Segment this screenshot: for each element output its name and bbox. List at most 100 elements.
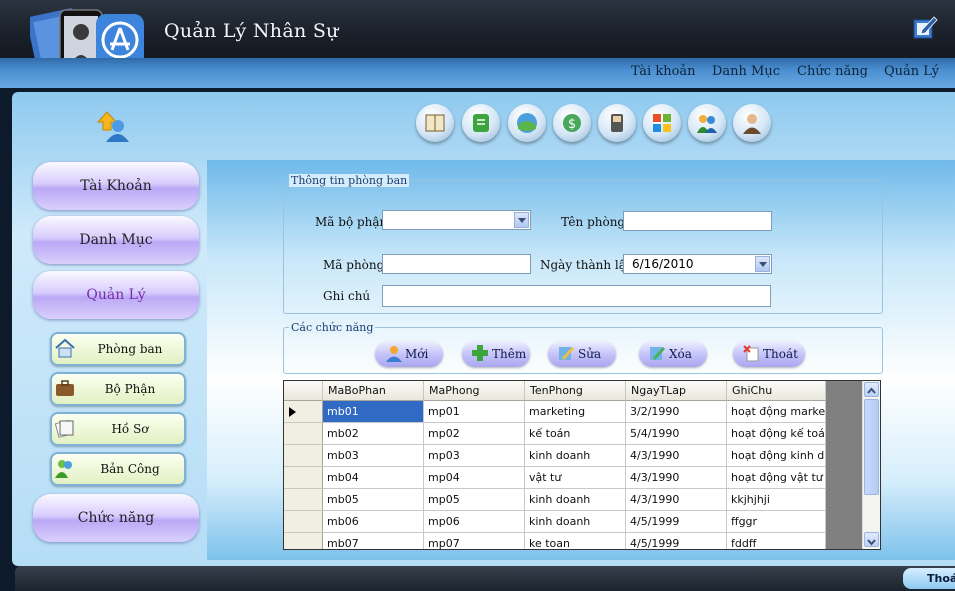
status-bar xyxy=(15,566,955,591)
table-cell[interactable]: hoạt động kế toán xyxy=(727,423,826,445)
table-cell[interactable]: kế toán xyxy=(525,423,626,445)
table-cell[interactable]: mb05 xyxy=(323,489,424,511)
table-cell[interactable]: fddff xyxy=(727,533,826,549)
ten-phong-label: Tên phòng xyxy=(561,215,626,229)
column-header[interactable]: MaPhong xyxy=(424,381,525,401)
table-cell[interactable]: mb01 xyxy=(323,401,424,423)
exit-button-label: Thoá xyxy=(927,572,955,585)
table-cell[interactable]: 4/3/1990 xyxy=(626,467,727,489)
row-header[interactable] xyxy=(284,445,323,467)
delete-icon xyxy=(650,347,665,360)
table-cell[interactable]: ke toan xyxy=(525,533,626,549)
nav-sub-label: Phòng ban xyxy=(97,342,163,356)
vertical-scrollbar[interactable] xyxy=(862,381,880,549)
column-header[interactable]: MaBoPhan xyxy=(323,381,424,401)
nav-chuc-nang[interactable]: Chức năng xyxy=(33,494,199,542)
book-icon[interactable] xyxy=(416,104,454,142)
table-cell[interactable]: mb03 xyxy=(323,445,424,467)
table-cell[interactable]: ffggr xyxy=(727,511,826,533)
nav-sub-bo-phan[interactable]: Bộ Phận xyxy=(50,372,186,406)
menu-danh-muc[interactable]: Danh Mục xyxy=(712,64,780,79)
table-cell[interactable]: mb02 xyxy=(323,423,424,445)
row-header[interactable] xyxy=(284,401,323,423)
add-icon xyxy=(472,345,488,361)
scroll-up-icon[interactable] xyxy=(864,382,879,397)
delete-button[interactable]: Xóa xyxy=(639,341,707,367)
add-button-label: Thêm xyxy=(492,347,527,361)
table-cell[interactable]: mp06 xyxy=(424,511,525,533)
new-button-label: Mới xyxy=(405,347,429,361)
table-cell[interactable]: mp03 xyxy=(424,445,525,467)
column-header[interactable]: NgayTLap xyxy=(626,381,727,401)
chevron-down-icon[interactable] xyxy=(514,212,529,228)
table-cell[interactable]: kinh doanh xyxy=(525,489,626,511)
ghi-chu-field[interactable] xyxy=(382,285,771,307)
row-header[interactable] xyxy=(284,511,323,533)
row-header[interactable] xyxy=(284,423,323,445)
ma-bo-phan-label: Mã bộ phận xyxy=(315,215,388,229)
table-cell[interactable]: hoạt động kinh d... xyxy=(727,445,826,467)
table-cell[interactable]: 4/3/1990 xyxy=(626,445,727,467)
table-cell[interactable]: 5/4/1990 xyxy=(626,423,727,445)
nav-quan-ly[interactable]: Quản Lý xyxy=(33,271,199,319)
table-cell[interactable]: 4/3/1990 xyxy=(626,489,727,511)
users-icon[interactable] xyxy=(688,104,726,142)
users-icon xyxy=(55,460,72,478)
table-cell[interactable]: mp02 xyxy=(424,423,525,445)
ngay-thanh-lap-picker[interactable]: 6/16/2010 xyxy=(623,254,772,274)
row-header[interactable] xyxy=(284,533,323,549)
new-user-icon xyxy=(386,346,402,362)
table-cell[interactable]: mb04 xyxy=(323,467,424,489)
exit-form-button[interactable]: Thoát xyxy=(733,341,805,367)
menu-tai-khoan[interactable]: Tài khoản xyxy=(631,64,696,79)
phone-book-icon[interactable] xyxy=(598,104,636,142)
menu-chuc-nang[interactable]: Chức năng xyxy=(797,64,868,79)
notepad-icon[interactable] xyxy=(462,104,500,142)
ma-bo-phan-select[interactable] xyxy=(382,210,531,230)
info-group-title: Thông tin phòng ban xyxy=(289,174,410,187)
table-cell[interactable]: kinh doanh xyxy=(525,511,626,533)
table-cell[interactable]: 4/5/1999 xyxy=(626,511,727,533)
exit-button[interactable]: Thoá xyxy=(903,568,955,589)
table-cell[interactable]: hoạt động marke... xyxy=(727,401,826,423)
row-header[interactable] xyxy=(284,467,323,489)
nav-tai-khoan[interactable]: Tài Khoản xyxy=(33,162,199,210)
add-button[interactable]: Thêm xyxy=(462,341,530,367)
nav-danh-muc[interactable]: Danh Mục xyxy=(33,216,199,264)
nav-sub-ho-so[interactable]: Hồ Sơ xyxy=(50,412,186,446)
ten-phong-field[interactable] xyxy=(623,211,772,231)
new-button[interactable]: Mới xyxy=(375,341,443,367)
table-cell[interactable]: vật tư xyxy=(525,467,626,489)
user-up-icon[interactable] xyxy=(94,108,130,144)
table-cell[interactable]: mb07 xyxy=(323,533,424,549)
nav-sub-label: Bản Công xyxy=(100,462,160,476)
table-cell[interactable]: mp07 xyxy=(424,533,525,549)
ma-phong-field[interactable] xyxy=(382,254,531,274)
row-header[interactable] xyxy=(284,489,323,511)
money-icon[interactable]: $ xyxy=(553,104,591,142)
windows-flag-icon[interactable] xyxy=(643,104,681,142)
scrollbar-thumb[interactable] xyxy=(864,399,879,495)
column-header[interactable]: TenPhong xyxy=(525,381,626,401)
table-cell[interactable]: kinh doanh xyxy=(525,445,626,467)
globe-icon[interactable] xyxy=(508,104,546,142)
table-cell[interactable]: 4/5/1999 xyxy=(626,533,727,549)
edit-button[interactable]: Sửa xyxy=(548,341,616,367)
table-cell[interactable]: mb06 xyxy=(323,511,424,533)
menu-quan-ly[interactable]: Quản Lý xyxy=(884,64,939,79)
user-icon[interactable] xyxy=(733,104,771,142)
table-cell[interactable]: marketing xyxy=(525,401,626,423)
table-cell[interactable]: kkjhjhji xyxy=(727,489,826,511)
scroll-down-icon[interactable] xyxy=(864,532,879,547)
column-header[interactable]: GhiChu xyxy=(727,381,826,401)
table-cell[interactable]: mp05 xyxy=(424,489,525,511)
table-cell[interactable]: mp01 xyxy=(424,401,525,423)
data-grid[interactable]: MaBoPhan MaPhong TenPhong NgayTLap GhiChu mb0… xyxy=(283,380,881,550)
chevron-down-icon[interactable] xyxy=(755,256,770,272)
table-cell[interactable]: hoạt động vật tư xyxy=(727,467,826,489)
table-cell[interactable]: mp04 xyxy=(424,467,525,489)
table-cell[interactable]: 3/2/1990 xyxy=(626,401,727,423)
nav-sub-phong-ban[interactable]: Phòng ban xyxy=(50,332,186,366)
edit-icon[interactable] xyxy=(912,14,938,40)
nav-sub-ban-cong[interactable]: Bản Công xyxy=(50,452,186,486)
